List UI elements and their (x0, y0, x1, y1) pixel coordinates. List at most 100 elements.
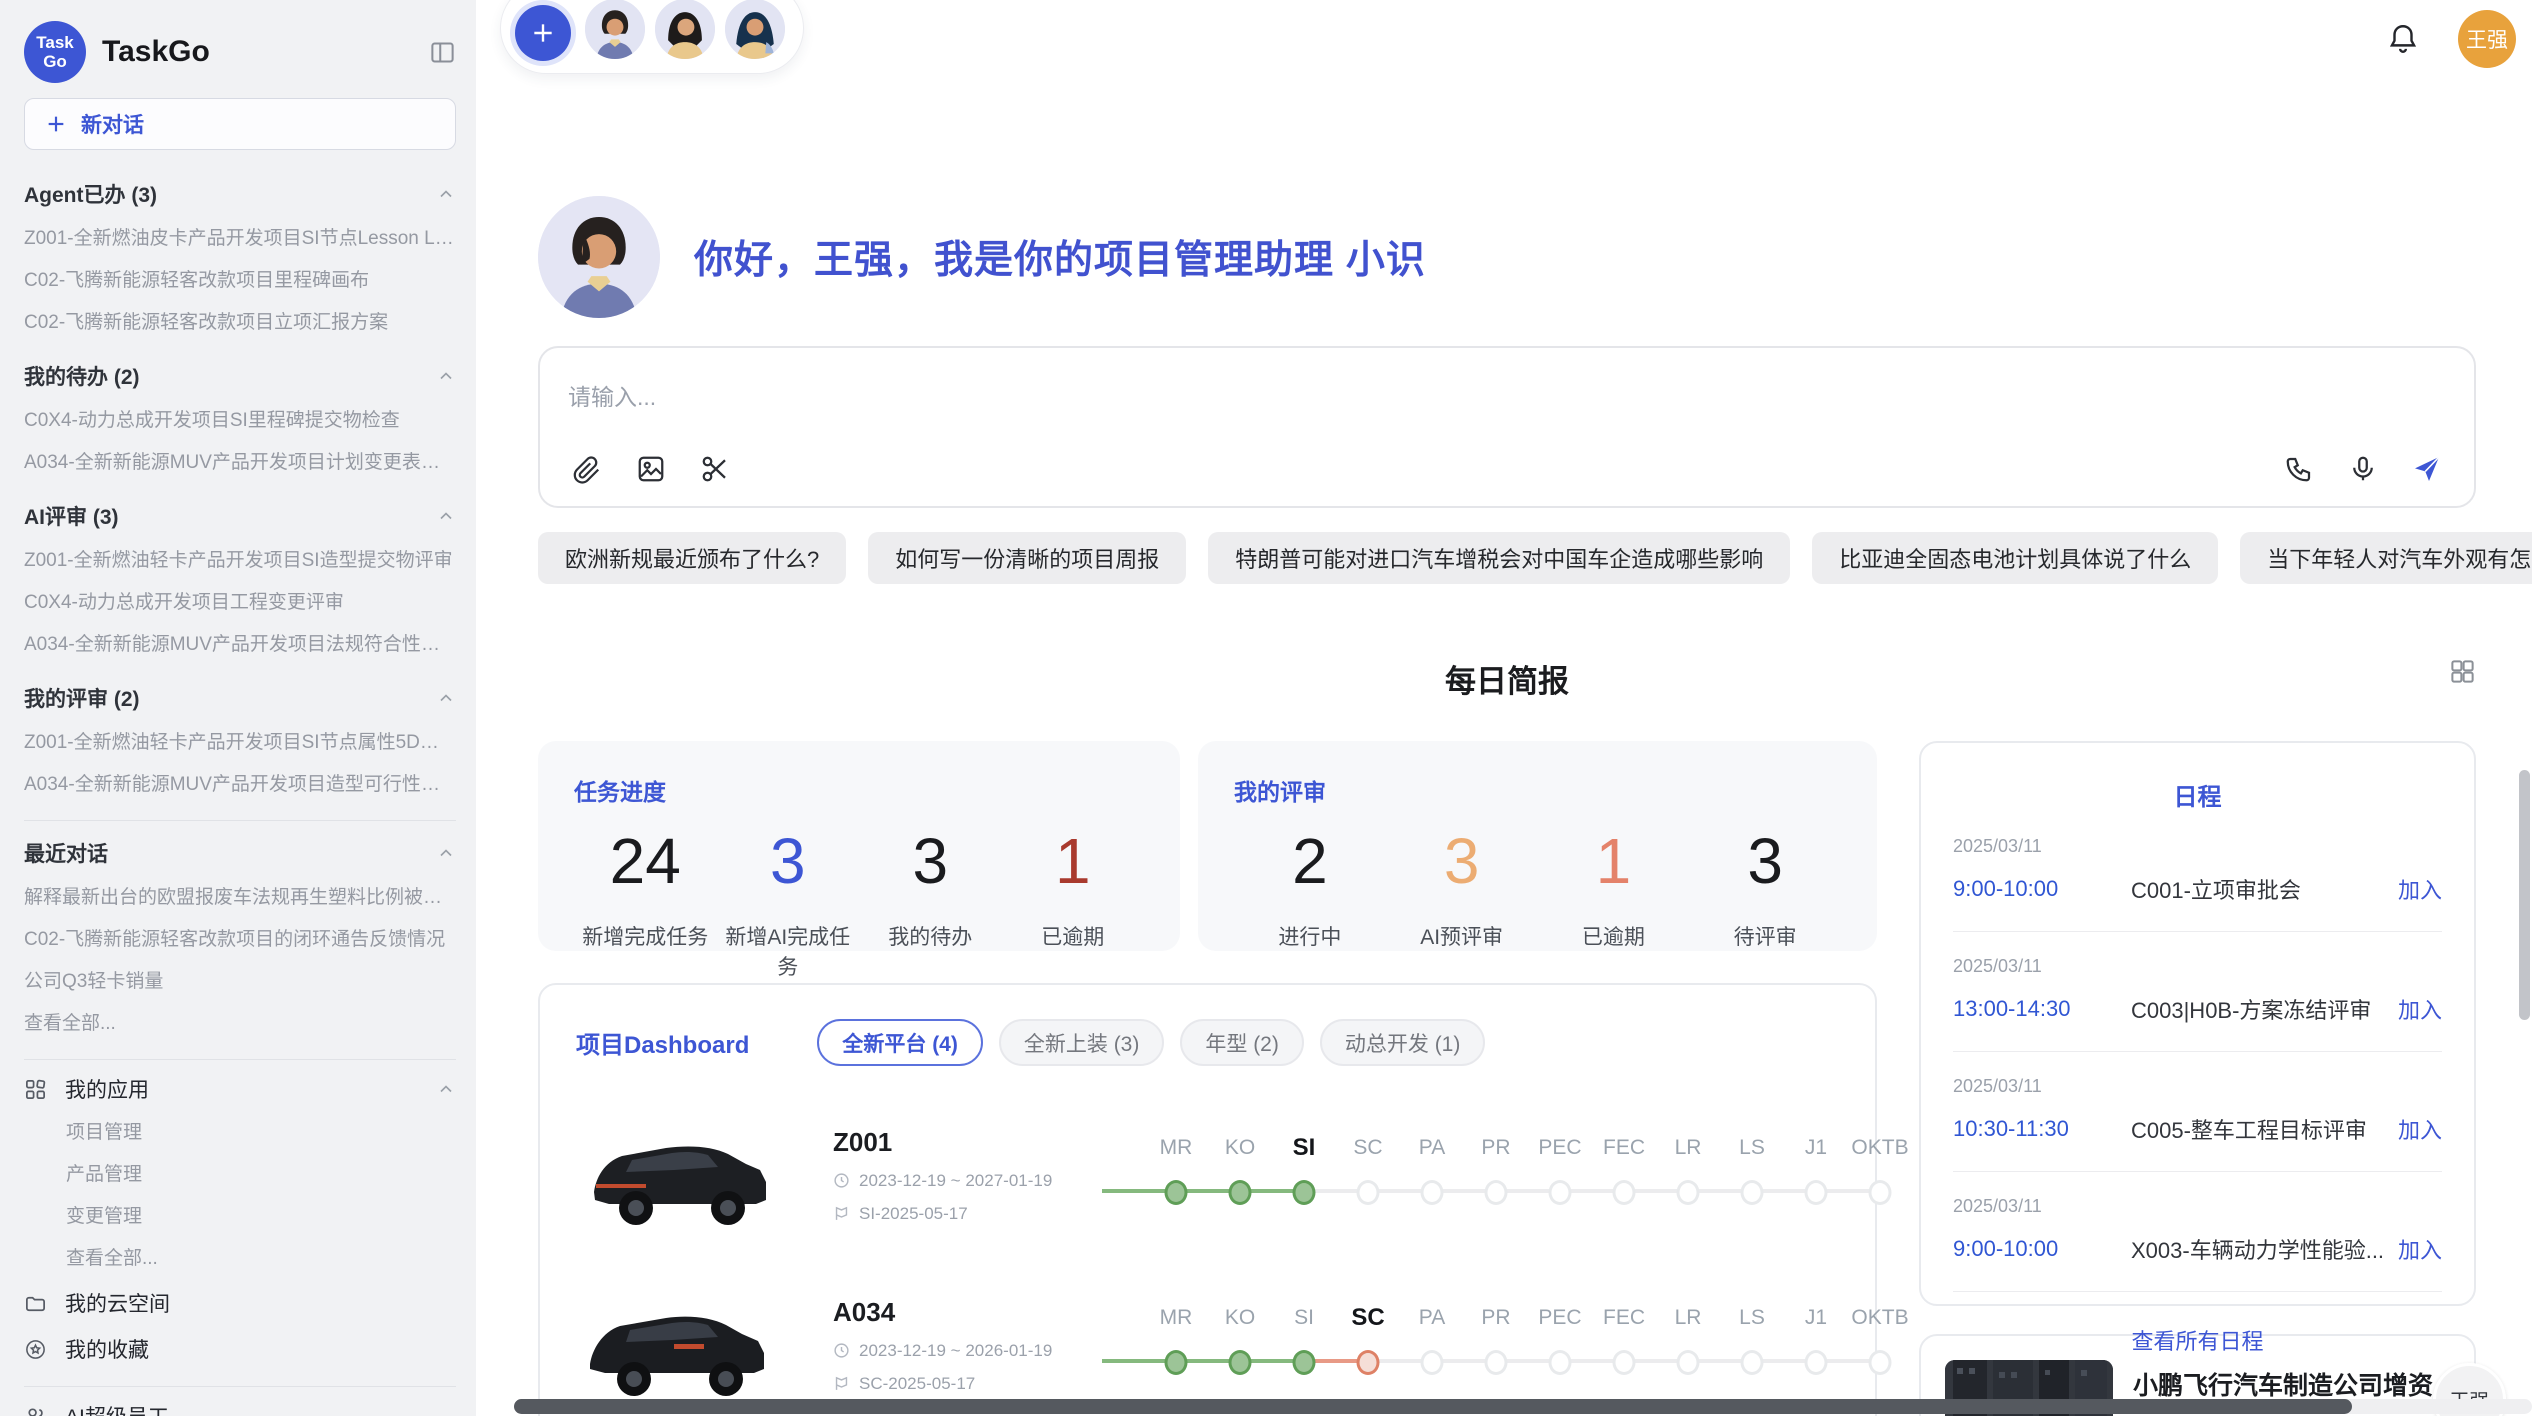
horizontal-scrollbar-thumb[interactable] (514, 1399, 2352, 1414)
schedule-item: 2025/03/11 9:00-10:00 X003-车辆动力学性能验... 加… (1953, 1172, 2442, 1292)
horizontal-scrollbar-track (514, 1399, 2532, 1414)
tab-model-year[interactable]: 年型 (2) (1180, 1019, 1304, 1066)
chat-input-placeholder: 请输入... (568, 378, 2446, 412)
app-item-product-mgmt[interactable]: 产品管理 (24, 1154, 456, 1196)
scissors-icon[interactable] (692, 446, 738, 492)
schedule-date: 2025/03/11 (1953, 956, 2442, 977)
sidebar-item-cloud-space[interactable]: 我的云空间 (24, 1280, 456, 1326)
milestone-node (1677, 1350, 1700, 1375)
project-dates: 2023-12-19 ~ 2026-01-19 (833, 1341, 1098, 1361)
section-title: 最近对话 (24, 838, 108, 868)
milestone-node (1869, 1180, 1892, 1205)
image-icon[interactable] (628, 446, 674, 492)
new-chat-button[interactable]: 新对话 (24, 98, 456, 150)
join-link[interactable]: 加入 (2398, 1233, 2442, 1265)
recent-chat-item[interactable]: 解释最新出台的欧盟报废车法规再生塑料比例被调至15%... (24, 877, 456, 919)
logo-line2: Go (43, 52, 67, 71)
left-column: 任务进度 24 新增完成任务 3 新增AI完成任务 (538, 741, 1877, 1416)
chat-input-card[interactable]: 请输入... (538, 346, 2476, 508)
send-icon[interactable] (2404, 446, 2450, 492)
recent-chat-item[interactable]: C02-飞腾新能源轻客改款项目的闭环通告反馈情况 (24, 919, 456, 961)
sidebar-item[interactable]: C0X4-动力总成开发项目SI里程碑提交物检查 (24, 400, 456, 442)
join-link[interactable]: 加入 (2398, 993, 2442, 1025)
chevron-up-icon (436, 506, 456, 526)
section-recent-chats[interactable]: 最近对话 (24, 829, 456, 877)
sidebar-item-ai-staff[interactable]: AI超级员工 (24, 1393, 456, 1416)
milestone-node (1549, 1180, 1572, 1205)
sidebar-item[interactable]: A034-全新新能源MUV产品开发项目法规符合性评审 (24, 624, 456, 666)
schedule-date: 2025/03/11 (1953, 836, 2442, 857)
suggestion-chip[interactable]: 比亚迪全固态电池计划具体说了什么 (1812, 532, 2218, 584)
milestone-node (1677, 1180, 1700, 1205)
milestone-label: LR (1656, 1301, 1720, 1341)
stats-row: 任务进度 24 新增完成任务 3 新增AI完成任务 (538, 741, 1877, 951)
stat-in-progress: 2 进行中 (1234, 829, 1386, 951)
vertical-scrollbar-thumb[interactable] (2519, 770, 2530, 1020)
project-dashboard-card: 项目Dashboard 全新平台 (4) 全新上装 (3) 年型 (2) 动总开… (538, 983, 1877, 1416)
milestone-timeline: MRKOSISCPAPRPECFECLRLSJ1OKTB (1098, 1131, 1912, 1219)
milestone: MR (1144, 1131, 1208, 1219)
milestone-node (1293, 1180, 1316, 1205)
sidebar-item[interactable]: A034-全新新能源MUV产品开发项目计划变更表编写 (24, 442, 456, 484)
milestone-label: LR (1656, 1131, 1720, 1171)
sidebar-item-my-apps[interactable]: 我的应用 (24, 1066, 456, 1112)
milestone-label: KO (1208, 1301, 1272, 1341)
chevron-up-icon (436, 1079, 456, 1099)
schedule-time: 9:00-10:00 (1953, 876, 2131, 902)
join-link[interactable]: 加入 (2398, 873, 2442, 905)
my-review-title: 我的评审 (1234, 773, 1841, 807)
project-image (576, 1114, 781, 1236)
sidebar-item[interactable]: C02-飞腾新能源轻客改款项目里程碑画布 (24, 260, 456, 302)
recent-chat-item[interactable]: 公司Q3轻卡销量 (24, 961, 456, 1003)
schedule-event-title: C003|H0B-方案冻结评审 (2131, 993, 2398, 1025)
sidebar-item[interactable]: Z001-全新燃油轻卡产品开发项目SI节点属性5D文件评审 (24, 722, 456, 764)
mic-icon[interactable] (2340, 446, 2386, 492)
sidebar-item[interactable]: C0X4-动力总成开发项目工程变更评审 (24, 582, 456, 624)
app-root: Task Go TaskGo 新对话 Agent已办 (3) Z001-全新燃油… (0, 0, 2532, 1416)
schedule-date: 2025/03/11 (1953, 1196, 2442, 1217)
suggestion-chip[interactable]: 欧洲新规最近颁布了什么? (538, 532, 846, 584)
milestone-label: PEC (1528, 1131, 1592, 1171)
project-image (576, 1284, 781, 1406)
milestone-node (1549, 1350, 1572, 1375)
sidebar-item-favorites[interactable]: 我的收藏 (24, 1326, 456, 1372)
sidebar-item[interactable]: A034-全新新能源MUV产品开发项目造型可行性评审 (24, 764, 456, 806)
suggestion-chip[interactable]: 特朗普可能对进口汽车增税会对中国车企造成哪些影响 (1208, 532, 1790, 584)
sidebar-item[interactable]: C02-飞腾新能源轻客改款项目立项汇报方案 (24, 302, 456, 344)
sidebar-collapse-icon[interactable] (429, 39, 456, 66)
join-link[interactable]: 加入 (2398, 1113, 2442, 1145)
tab-powertrain[interactable]: 动总开发 (1) (1320, 1019, 1486, 1066)
section-agent-done[interactable]: Agent已办 (3) (24, 170, 456, 218)
milestone-label: FEC (1592, 1301, 1656, 1341)
app-item-change-mgmt[interactable]: 变更管理 (24, 1196, 456, 1238)
section-my-review[interactable]: 我的评审 (2) (24, 674, 456, 722)
milestone-label: MR (1144, 1131, 1208, 1171)
suggestion-chip[interactable]: 如何写一份清晰的项目周报 (868, 532, 1186, 584)
project-row-z001[interactable]: 王强 Z001 2023-12-19 ~ 2027-01-19 SI-2025-… (576, 1114, 1839, 1236)
milestone: PA (1400, 1301, 1464, 1389)
section-my-todo[interactable]: 我的待办 (2) (24, 352, 456, 400)
project-row-a034[interactable]: 王强 A034 2023-12-19 ~ 2026-01-19 SC-2025-… (576, 1284, 1839, 1406)
milestone-label: PEC (1528, 1301, 1592, 1341)
recent-chat-view-all[interactable]: 查看全部... (24, 1003, 456, 1045)
app-item-project-mgmt[interactable]: 项目管理 (24, 1112, 456, 1154)
milestone-timeline: MRKOSISCPAPRPECFECLRLSJ1OKTB (1098, 1301, 1912, 1389)
suggestion-chip[interactable]: 当下年轻人对汽车外观有怎样的喜好趋势 (2240, 532, 2532, 584)
cloud-folder-icon (24, 1292, 47, 1315)
right-column: 日程 2025/03/11 9:00-10:00 C001-立项审批会 加入 2… (1919, 741, 2476, 1416)
schedule-event-title: X003-车辆动力学性能验... (2131, 1233, 2398, 1265)
layout-grid-icon[interactable] (2449, 658, 2476, 685)
milestone-node (1293, 1350, 1316, 1375)
milestone-node (1357, 1350, 1380, 1375)
tab-new-body[interactable]: 全新上装 (3) (999, 1019, 1165, 1066)
phone-icon[interactable] (2276, 446, 2322, 492)
project-code: Z001 (833, 1127, 1098, 1158)
app-item-view-all[interactable]: 查看全部... (24, 1238, 456, 1280)
sidebar-item[interactable]: Z001-全新燃油皮卡产品开发项目SI节点Lesson Learn报告 (24, 218, 456, 260)
section-ai-review[interactable]: AI评审 (3) (24, 492, 456, 540)
chevron-up-icon (436, 843, 456, 863)
sidebar-item[interactable]: Z001-全新燃油轻卡产品开发项目SI造型提交物评审 (24, 540, 456, 582)
attach-icon[interactable] (564, 446, 610, 492)
my-apps-label: 我的应用 (65, 1074, 149, 1104)
tab-new-platform[interactable]: 全新平台 (4) (817, 1019, 983, 1066)
